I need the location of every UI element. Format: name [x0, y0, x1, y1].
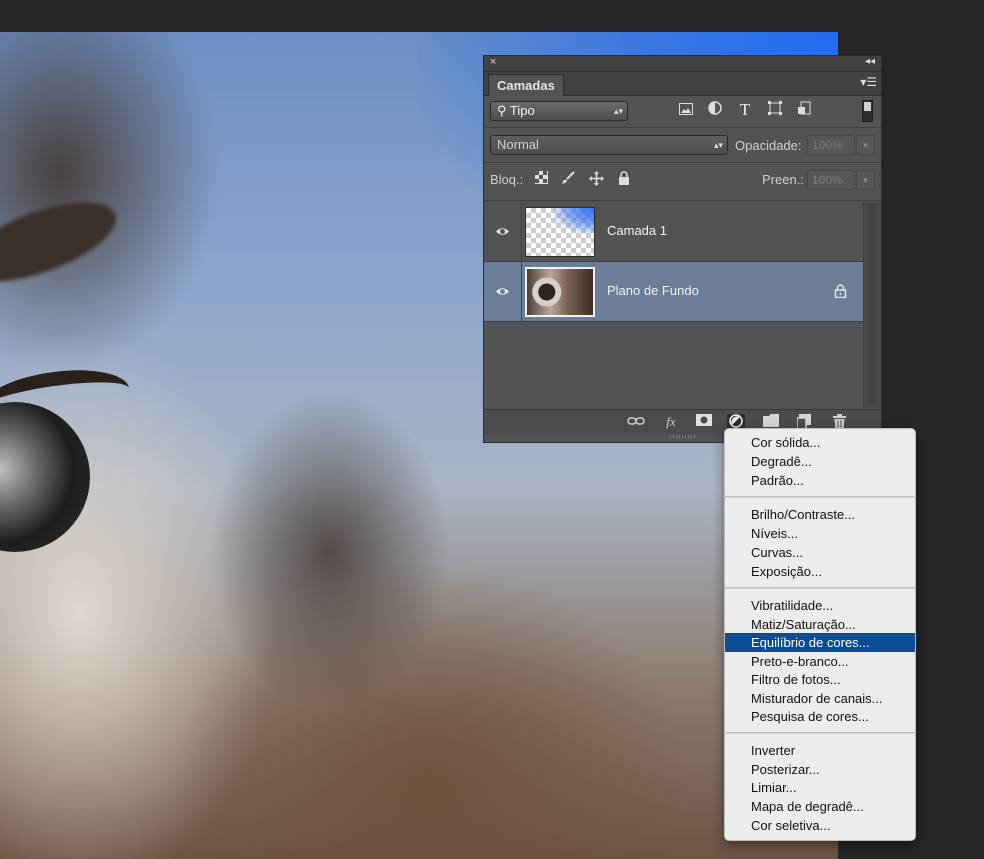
eye-icon[interactable] — [495, 284, 510, 299]
lock-label: Bloq.: — [490, 172, 524, 187]
visibility-toggle[interactable] — [484, 262, 522, 321]
menu-item-mapa-de-degrade[interactable]: Mapa de degradê... — [725, 797, 915, 816]
divider — [484, 200, 881, 201]
eyebrow-area — [0, 186, 126, 298]
layer-thumbnail — [525, 267, 595, 317]
menu-item-limiar[interactable]: Limiar... — [725, 778, 915, 797]
menu-item-niveis[interactable]: Níveis... — [725, 524, 915, 543]
menu-item-cor-seletiva[interactable]: Cor seletiva... — [725, 816, 915, 835]
menu-item-matiz-saturacao[interactable]: Matiz/Saturação... — [725, 615, 915, 634]
panel-titlebar: × ◂◂ — [484, 56, 881, 72]
divider — [484, 162, 881, 163]
layers-panel: × ◂◂ Camadas ▾☰ ⚲ Tipo ▴▾ T Normal ▴▾ Op… — [483, 55, 882, 443]
search-icon: ⚲ — [497, 103, 507, 118]
eye-icon[interactable] — [495, 224, 510, 239]
link-layers-icon[interactable] — [627, 414, 645, 430]
panel-menu-icon[interactable]: ▾☰ — [860, 75, 877, 89]
opacity-label: Opacidade: — [735, 138, 802, 153]
menu-item-degrade[interactable]: Degradê... — [725, 452, 915, 471]
lock-transparency-icon[interactable] — [533, 171, 549, 187]
filter-kind-label: Tipo — [509, 103, 535, 118]
menu-separator — [725, 587, 915, 589]
smart-object-filter-icon[interactable] — [796, 101, 814, 119]
menu-item-inverter[interactable]: Inverter — [725, 741, 915, 760]
menu-item-misturador-de-canais[interactable]: Misturador de canais... — [725, 689, 915, 708]
collapse-icon[interactable]: ◂◂ — [865, 56, 875, 67]
opacity-dropdown-icon[interactable]: ▾ — [856, 135, 875, 155]
layer-name[interactable]: Camada 1 — [607, 223, 667, 238]
adjustment-layer-menu: Cor sólida... Degradê... Padrão... Brilh… — [724, 428, 916, 841]
lock-move-icon[interactable] — [588, 171, 604, 187]
blend-mode-select[interactable]: Normal ▴▾ — [490, 135, 728, 155]
chevron-updown-icon: ▴▾ — [613, 106, 623, 116]
menu-item-equilibrio-de-cores[interactable]: Equilíbrio de cores... — [725, 633, 915, 652]
menu-item-padrao[interactable]: Padrão... — [725, 471, 915, 490]
lock-brush-icon[interactable] — [560, 171, 576, 187]
layer-name[interactable]: Plano de Fundo — [607, 283, 699, 298]
image-filter-icon[interactable] — [677, 101, 695, 119]
layer-row-camada-1[interactable]: Camada 1 — [484, 202, 865, 262]
menu-item-curvas[interactable]: Curvas... — [725, 543, 915, 562]
lock-all-icon[interactable] — [616, 171, 632, 187]
menu-item-pesquisa-de-cores[interactable]: Pesquisa de cores... — [725, 707, 915, 726]
add-mask-icon[interactable] — [695, 414, 713, 430]
divider — [484, 127, 881, 128]
menu-item-posterizar[interactable]: Posterizar... — [725, 760, 915, 779]
panel-tab-row: Camadas ▾☰ — [484, 72, 881, 96]
menu-item-vibratilidade[interactable]: Vibratilidade... — [725, 596, 915, 615]
tab-layers[interactable]: Camadas — [488, 74, 564, 96]
lock-icon — [834, 284, 847, 298]
visibility-toggle[interactable] — [484, 202, 522, 261]
menu-separator — [725, 732, 915, 734]
layer-thumbnail — [525, 207, 595, 257]
close-icon[interactable]: × — [490, 56, 496, 68]
panel-resize-grip[interactable] — [670, 435, 696, 439]
layer-row-plano-de-fundo[interactable]: Plano de Fundo — [484, 262, 865, 322]
eye-area — [0, 402, 90, 552]
fill-input[interactable]: 100% — [807, 170, 855, 190]
chevron-updown-icon: ▴▾ — [713, 140, 723, 150]
fill-label: Preen.: — [762, 172, 804, 187]
menu-item-brilho-contraste[interactable]: Brilho/Contraste... — [725, 505, 915, 524]
menu-item-preto-e-branco[interactable]: Preto-e-branco... — [725, 652, 915, 671]
filter-row: ⚲ Tipo ▴▾ T — [484, 96, 881, 126]
filter-kind-select[interactable]: ⚲ Tipo ▴▾ — [490, 101, 628, 121]
filter-toggle-switch[interactable] — [862, 100, 873, 122]
blend-row: Normal ▴▾ Opacidade: 100% ▾ — [484, 133, 881, 159]
type-filter-icon[interactable]: T — [736, 101, 754, 119]
blend-mode-label: Normal — [497, 137, 539, 152]
opacity-input[interactable]: 100% — [807, 135, 855, 155]
menu-item-filtro-de-fotos[interactable]: Filtro de fotos... — [725, 670, 915, 689]
adjustment-filter-icon[interactable] — [706, 101, 724, 119]
fx-icon[interactable]: fx — [662, 414, 680, 430]
lock-row: Bloq.: Preen.: 100% ▾ — [484, 168, 881, 194]
fill-dropdown-icon[interactable]: ▾ — [856, 170, 875, 190]
menu-item-cor-solida[interactable]: Cor sólida... — [725, 433, 915, 452]
layers-scrollbar[interactable] — [863, 202, 881, 408]
layer-list: Camada 1 Plano de Fundo — [484, 202, 865, 408]
menu-item-exposicao[interactable]: Exposição... — [725, 562, 915, 581]
menu-separator — [725, 496, 915, 498]
shape-filter-icon[interactable] — [766, 101, 784, 119]
